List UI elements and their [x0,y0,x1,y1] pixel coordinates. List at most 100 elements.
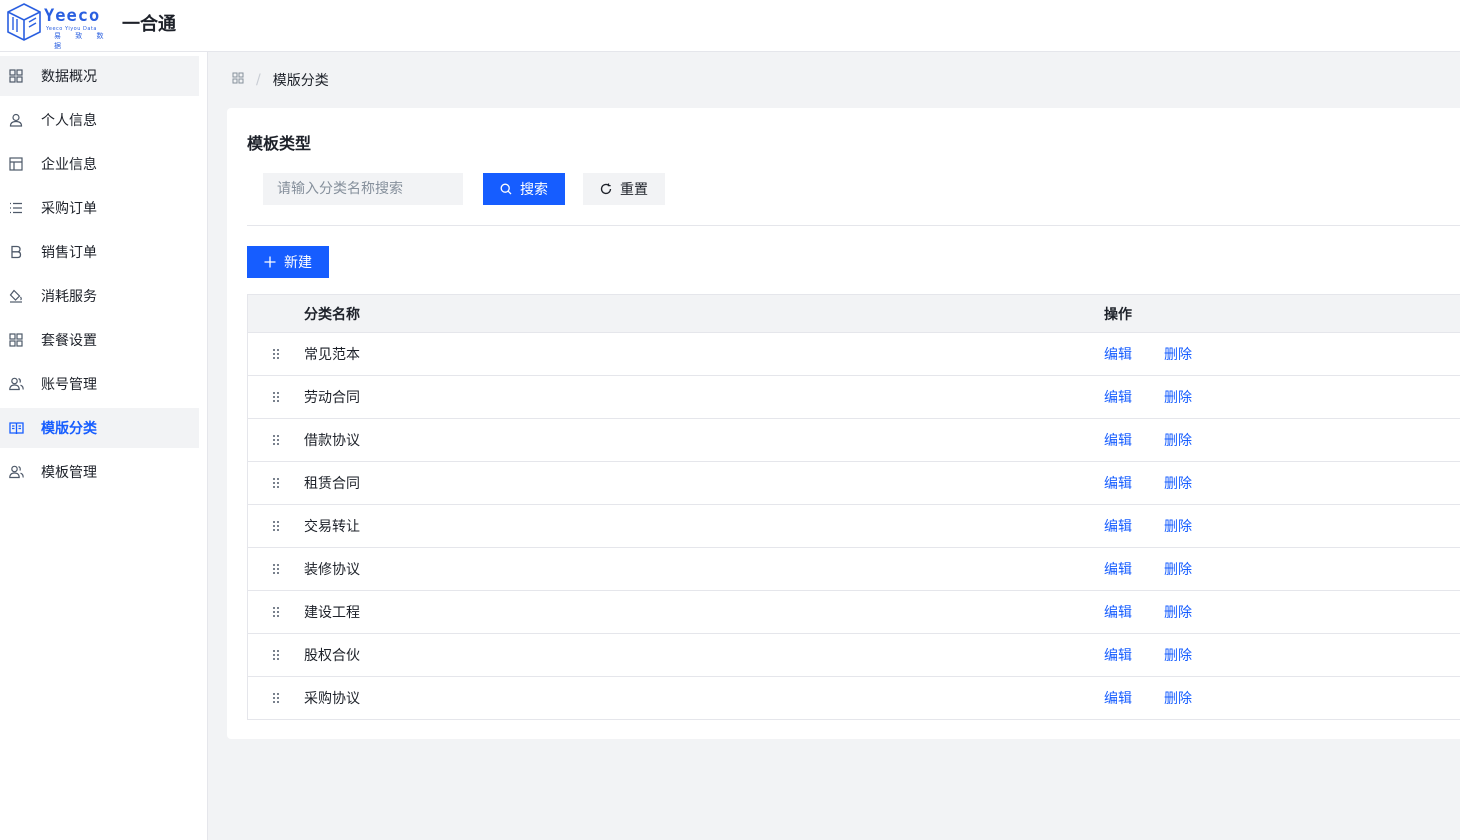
category-name: 常见范本 [304,347,360,363]
table-row: 劳动合同 编辑 删除 [248,375,1460,418]
sidebar-item-label: 个人信息 [41,113,97,129]
breadcrumb: / 模版分类 [232,70,329,90]
search-button[interactable]: 搜索 [483,173,565,205]
sidebar-item-accounts[interactable]: 账号管理 [0,364,199,404]
reset-button[interactable]: 重置 [583,173,665,205]
card-title: 模板类型 [247,134,312,153]
row-actions: 编辑 删除 [1104,344,1460,364]
breadcrumb-home-grid-icon[interactable] [232,72,244,88]
search-input[interactable] [263,173,463,205]
table-body: 常见范本 编辑 删除 劳动合同 编辑 删除 借款协议 编辑 删除 租赁合同 编辑 删除 交易转让 编辑 删除… [248,332,1460,719]
drag-handle-icon[interactable] [248,649,304,661]
sidebar-item-sales-orders[interactable]: 销售订单 [0,232,199,272]
table-row: 建设工程 编辑 删除 [248,590,1460,633]
edit-link[interactable]: 编辑 [1104,559,1132,579]
user-icon [8,112,24,128]
sidebar-item-template-categories[interactable]: 模版分类 [0,408,199,448]
table-row: 股权合伙 编辑 删除 [248,633,1460,676]
drag-handle-icon[interactable] [248,348,304,360]
drag-handle-icon[interactable] [248,692,304,704]
header-name: 分类名称 [304,306,360,323]
sidebar-item-company[interactable]: 企业信息 [0,144,199,184]
edit-link[interactable]: 编辑 [1104,602,1132,622]
row-actions: 编辑 删除 [1104,387,1460,407]
logo[interactable]: Yeeco Yeeco Yiyou Data 易 致 数 据 [6,2,110,50]
top-header: Yeeco Yeeco Yiyou Data 易 致 数 据 一合通 [0,0,1460,52]
edit-link[interactable]: 编辑 [1104,516,1132,536]
sidebar-item-consumption[interactable]: 消耗服务 [0,276,199,316]
sidebar-item-label: 销售订单 [41,245,97,261]
cube-logo-icon [7,3,41,41]
delete-link[interactable]: 删除 [1164,344,1192,364]
table-row: 交易转让 编辑 删除 [248,504,1460,547]
drag-handle-icon[interactable] [248,391,304,403]
edit-link[interactable]: 编辑 [1104,645,1132,665]
table-header: 分类名称 操作 [248,295,1460,332]
delete-link[interactable]: 删除 [1164,430,1192,450]
delete-link[interactable]: 删除 [1164,602,1192,622]
drag-handle-icon[interactable] [248,477,304,489]
delete-link[interactable]: 删除 [1164,473,1192,493]
search-icon [500,183,512,195]
row-actions: 编辑 删除 [1104,559,1460,579]
drag-handle-icon[interactable] [248,520,304,532]
row-actions: 编辑 删除 [1104,645,1460,665]
plus-icon [264,256,276,268]
sidebar-item-label: 采购订单 [41,201,97,217]
delete-link[interactable]: 删除 [1164,645,1192,665]
delete-link[interactable]: 删除 [1164,516,1192,536]
row-actions: 编辑 删除 [1104,602,1460,622]
sidebar-item-label: 模板管理 [41,465,97,481]
sidebar: 数据概况 个人信息 企业信息 采购订单 销售订单 消耗服务 套餐设置 账号管理 … [0,52,208,840]
sidebar-item-label: 账号管理 [41,377,97,393]
user-group-icon [8,464,24,480]
category-name: 劳动合同 [304,390,360,406]
drag-handle-icon[interactable] [248,434,304,446]
edit-link[interactable]: 编辑 [1104,473,1132,493]
reset-button-label: 重置 [620,182,648,198]
drag-handle-icon[interactable] [248,563,304,575]
divider [247,225,1460,226]
sidebar-item-packages[interactable]: 套餐设置 [0,320,199,360]
edit-link[interactable]: 编辑 [1104,430,1132,450]
book-icon [8,420,24,436]
grid-icon [8,332,24,348]
main-card: 模板类型 搜索 重置 新建 分类名称 操作 常见范本编辑删除劳动合同编辑删除借款… [227,108,1460,739]
sidebar-item-overview[interactable]: 数据概况 [0,56,199,96]
category-name: 借款协议 [304,433,360,449]
sidebar-item-label: 数据概况 [41,69,97,85]
breadcrumb-separator: / [256,72,261,88]
new-button-label: 新建 [284,255,312,271]
sidebar-item-template-management[interactable]: 模板管理 [0,452,199,492]
delete-link[interactable]: 删除 [1164,688,1192,708]
new-button[interactable]: 新建 [247,246,329,278]
edit-link[interactable]: 编辑 [1104,344,1132,364]
bold-b-icon [8,244,24,260]
delete-link[interactable]: 删除 [1164,387,1192,407]
grid-icon [8,68,24,84]
category-name: 租赁合同 [304,476,360,492]
row-actions: 编辑 删除 [1104,430,1460,450]
paint-bucket-icon [8,288,24,304]
delete-link[interactable]: 删除 [1164,559,1192,579]
category-name: 采购协议 [304,691,360,707]
edit-link[interactable]: 编辑 [1104,387,1132,407]
user-group-icon [8,376,24,392]
drag-handle-icon[interactable] [248,606,304,618]
header-ops: 操作 [1104,306,1132,323]
category-name: 交易转让 [304,519,360,535]
row-actions: 编辑 删除 [1104,473,1460,493]
table-row: 租赁合同 编辑 删除 [248,461,1460,504]
sidebar-item-purchase-orders[interactable]: 采购订单 [0,188,199,228]
sidebar-item-label: 套餐设置 [41,333,97,349]
edit-link[interactable]: 编辑 [1104,688,1132,708]
sidebar-item-profile[interactable]: 个人信息 [0,100,199,140]
table-row: 借款协议 编辑 删除 [248,418,1460,461]
breadcrumb-current: 模版分类 [272,73,329,89]
category-name: 建设工程 [304,605,360,621]
row-actions: 编辑 删除 [1104,688,1460,708]
refresh-icon [600,183,612,195]
search-button-label: 搜索 [520,182,548,198]
list-icon [8,200,24,216]
sidebar-item-label: 消耗服务 [41,289,97,305]
